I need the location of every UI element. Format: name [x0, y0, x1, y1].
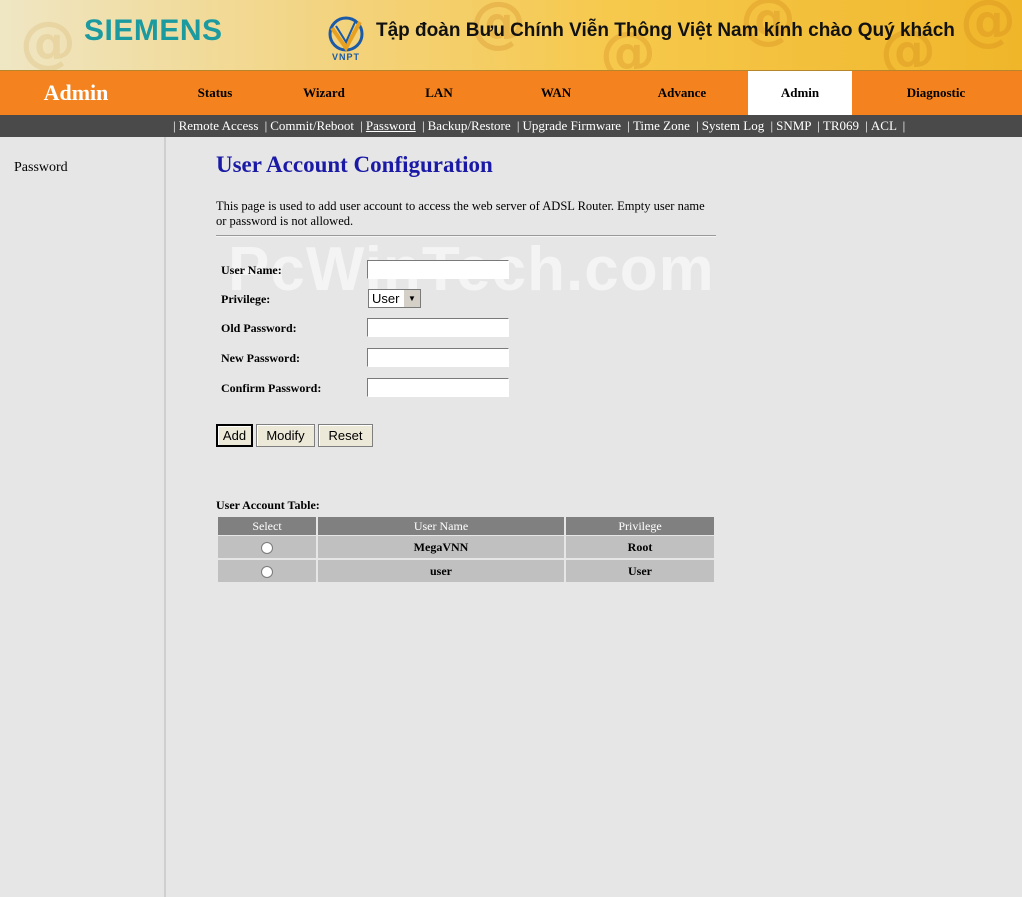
modify-button[interactable]: Modify: [256, 424, 315, 447]
subnav-upgrade-firmware[interactable]: Upgrade Firmware: [523, 118, 622, 133]
row-select-radio[interactable]: [261, 542, 273, 555]
user-account-table-label: User Account Table:: [216, 498, 320, 512]
old-password-label: Old Password:: [221, 321, 297, 335]
add-button[interactable]: Add: [216, 424, 253, 447]
chevron-down-icon: ▼: [403, 290, 420, 307]
tab-status[interactable]: Status: [165, 71, 265, 115]
subnav-tr069[interactable]: TR069: [823, 118, 859, 133]
table-row-user-name: user: [318, 560, 564, 582]
header-user-name: User Name: [318, 517, 564, 535]
old-password-input[interactable]: [367, 318, 509, 337]
subnav-acl[interactable]: ACL: [871, 118, 897, 133]
subnav-password[interactable]: Password: [366, 118, 416, 133]
decor-at-icon: @: [960, 0, 1016, 53]
subnav-remote-access[interactable]: Remote Access: [179, 118, 259, 133]
tab-diagnostic[interactable]: Diagnostic: [870, 71, 1002, 115]
subnav-backup-restore[interactable]: Backup/Restore: [428, 118, 511, 133]
user-name-label: User Name:: [221, 263, 282, 277]
tab-admin[interactable]: Admin: [748, 71, 852, 115]
section-title: Admin: [43, 80, 109, 105]
privilege-label: Privilege:: [221, 292, 271, 306]
sub-nav: | Remote Access | Commit/Reboot | Password …: [0, 115, 1022, 137]
confirm-password-input[interactable]: [367, 378, 509, 397]
subnav-time-zone[interactable]: Time Zone: [633, 118, 690, 133]
decor-at-icon: @: [20, 10, 76, 71]
table-row-select-cell: [218, 560, 316, 582]
new-password-input[interactable]: [367, 348, 509, 367]
sidebar-item-password[interactable]: Password: [14, 160, 68, 176]
sidebar: Password: [0, 137, 166, 897]
banner: @ @ @ @ @ @ SIEMENS VNPT Tập đoàn Bưu Ch…: [0, 0, 1022, 71]
subnav-commit-reboot[interactable]: Commit/Reboot: [270, 118, 354, 133]
table-row-privilege: User: [566, 560, 714, 582]
tab-wizard[interactable]: Wizard: [272, 71, 376, 115]
tab-wan[interactable]: WAN: [500, 71, 612, 115]
greeting-text: Tập đoàn Bưu Chính Viễn Thông Việt Nam k…: [376, 20, 955, 41]
siemens-logo: SIEMENS: [84, 14, 223, 47]
page-description: This page is used to add user account to…: [216, 199, 705, 228]
table-row-privilege: Root: [566, 536, 714, 558]
table-row-user-name: MegaVNN: [318, 536, 564, 558]
tab-lan[interactable]: LAN: [388, 71, 490, 115]
reset-button[interactable]: Reset: [318, 424, 373, 447]
tab-advance[interactable]: Advance: [628, 71, 736, 115]
confirm-password-label: Confirm Password:: [221, 381, 322, 395]
header-privilege: Privilege: [566, 517, 714, 535]
subnav-system-log[interactable]: System Log: [702, 118, 764, 133]
table-row-select-cell: [218, 536, 316, 558]
user-name-input[interactable]: [367, 260, 509, 279]
new-password-label: New Password:: [221, 351, 300, 365]
row-select-radio[interactable]: [261, 566, 273, 579]
privilege-selected-value: User: [372, 291, 400, 306]
header-select: Select: [218, 517, 316, 535]
subnav-snmp[interactable]: SNMP: [776, 118, 811, 133]
main-nav: Admin Status Wizard LAN WAN Advance Admi…: [0, 71, 1022, 115]
page-title: User Account Configuration: [216, 152, 493, 177]
privilege-select[interactable]: User ▼: [368, 289, 421, 308]
vnpt-label: VNPT: [331, 52, 360, 62]
